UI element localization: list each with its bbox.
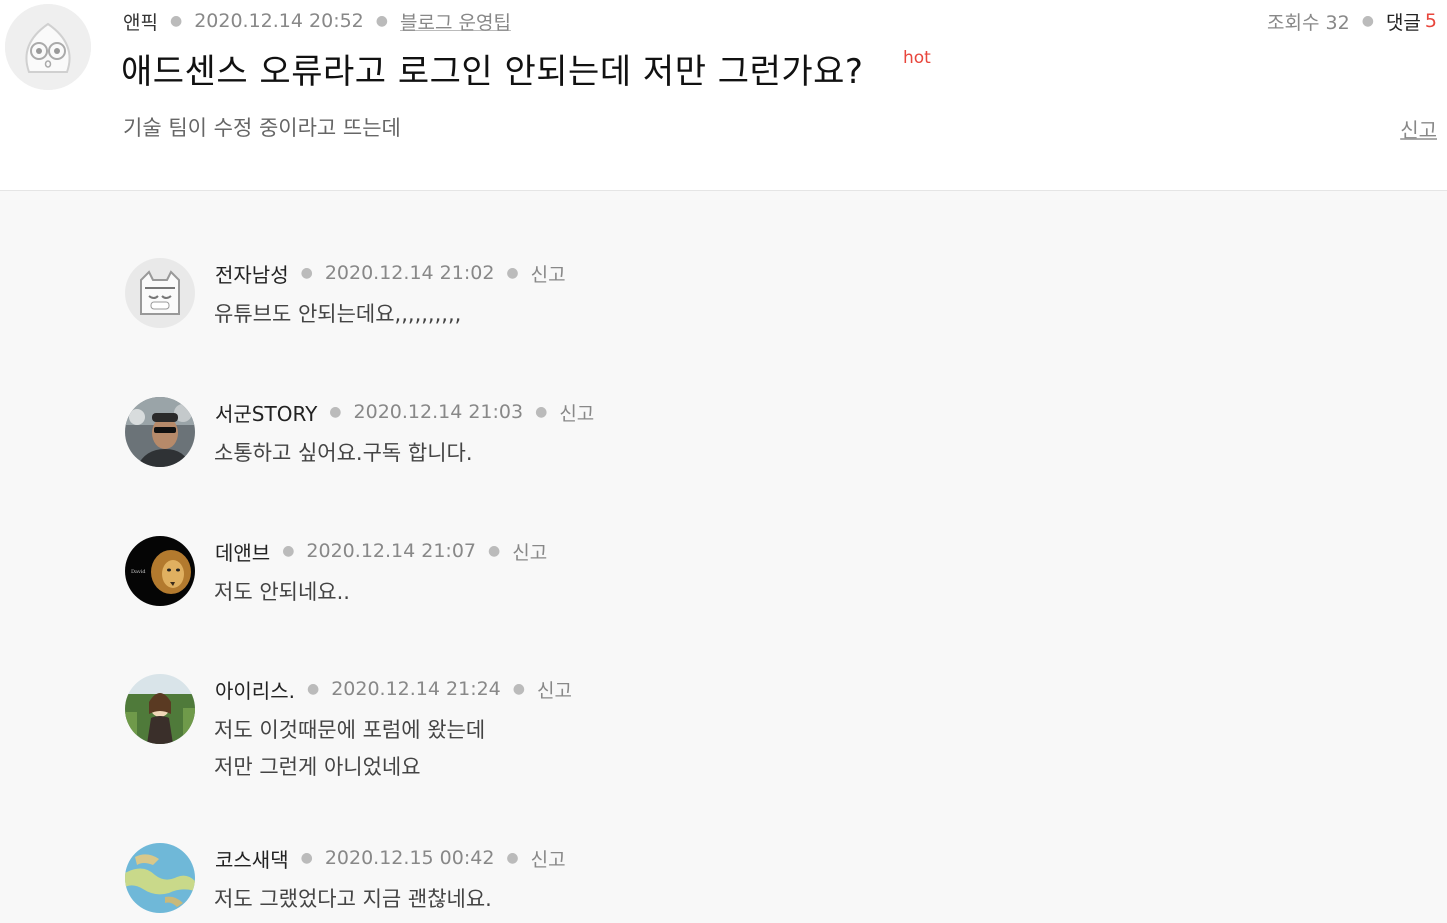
comment-date: 2020.12.14 21:07 bbox=[306, 540, 477, 562]
post-category-link[interactable]: 블로그 운영팁 bbox=[400, 8, 511, 35]
separator-dot: ● bbox=[306, 681, 320, 697]
commenter-name[interactable]: 데앤브 bbox=[215, 537, 270, 566]
post-author[interactable]: 앤픽 bbox=[123, 8, 158, 35]
separator-dot: ● bbox=[375, 13, 388, 29]
separator-dot: ● bbox=[329, 404, 342, 420]
reply-label[interactable]: 댓글 bbox=[1386, 8, 1421, 35]
report-comment-link[interactable]: 신고 bbox=[531, 845, 566, 872]
separator-dot: ● bbox=[535, 404, 548, 420]
commenter-name[interactable]: 코스새댁 bbox=[215, 844, 289, 873]
commenter-name[interactable]: 아이리스. bbox=[215, 675, 295, 704]
comment-meta: 아이리스. ● 2020.12.14 21:24 ● 신고 bbox=[215, 675, 572, 704]
post-meta: 앤픽 ● 2020.12.14 20:52 ● 블로그 운영팁 bbox=[123, 8, 511, 34]
comment-meta: 전자남성 ● 2020.12.14 21:02 ● 신고 bbox=[215, 259, 566, 288]
comment-meta: 서군STORY ● 2020.12.14 21:03 ● 신고 bbox=[215, 398, 594, 427]
post-stats: 조회수 32 ● 댓글 5 bbox=[1267, 8, 1437, 34]
comment-meta: 코스새댁 ● 2020.12.15 00:42 ● 신고 bbox=[215, 844, 566, 873]
report-comment-link[interactable]: 신고 bbox=[559, 399, 594, 426]
report-comment-link[interactable]: 신고 bbox=[512, 538, 547, 565]
commenter-avatar[interactable] bbox=[125, 843, 195, 913]
comment-list: 전자남성 ● 2020.12.14 21:02 ● 신고 유튜브도 안되는데요,… bbox=[0, 191, 1447, 923]
comment-meta: 데앤브 ● 2020.12.14 21:07 ● 신고 bbox=[215, 537, 547, 566]
comment-text: 저도 그랬었다고 지금 괜찮네요. bbox=[214, 887, 492, 911]
commenter-name[interactable]: 전자남성 bbox=[215, 259, 289, 288]
svg-text:David: David bbox=[131, 569, 146, 575]
view-count: 조회수 32 bbox=[1267, 11, 1350, 34]
commenter-avatar[interactable] bbox=[125, 674, 195, 744]
separator-dot: ● bbox=[282, 543, 295, 559]
comment-text: 소통하고 싶어요.구독 합니다. bbox=[214, 441, 473, 465]
comment-date: 2020.12.15 00:42 bbox=[324, 847, 495, 869]
separator-dot: ● bbox=[512, 681, 525, 697]
comment-text: 유튜브도 안되는데요,,,,,,,,,, bbox=[214, 302, 462, 326]
separator-dot: ● bbox=[169, 13, 183, 29]
separator-dot: ● bbox=[488, 543, 501, 559]
report-comment-link[interactable]: 신고 bbox=[531, 260, 566, 287]
comment-date: 2020.12.14 21:03 bbox=[353, 401, 524, 423]
separator-dot: ● bbox=[1361, 13, 1374, 29]
comment-date: 2020.12.14 21:02 bbox=[324, 262, 495, 284]
commenter-avatar[interactable] bbox=[125, 397, 195, 467]
comment-text: 저도 안되네요.. bbox=[214, 580, 350, 604]
separator-dot: ● bbox=[300, 265, 313, 281]
comment-text: 저도 이것때문에 포럼에 왔는데 저만 그런게 아니었네요 bbox=[214, 718, 486, 779]
commenter-avatar[interactable] bbox=[125, 258, 195, 328]
commenter-avatar[interactable]: David bbox=[125, 536, 195, 606]
post-title: 애드센스 오류라고 로그인 안되는데 저만 그런가요? bbox=[121, 52, 864, 92]
post-header: 앤픽 ● 2020.12.14 20:52 ● 블로그 운영팁 조회수 32 ●… bbox=[0, 0, 1447, 191]
hot-badge: hot bbox=[903, 48, 931, 68]
separator-dot: ● bbox=[506, 850, 519, 866]
reply-count[interactable]: 5 bbox=[1425, 10, 1437, 32]
report-comment-link[interactable]: 신고 bbox=[537, 676, 572, 703]
commenter-name[interactable]: 서군STORY bbox=[215, 398, 317, 427]
report-post-link[interactable]: 신고 bbox=[1400, 114, 1437, 143]
author-avatar[interactable] bbox=[5, 4, 91, 90]
separator-dot: ● bbox=[506, 265, 519, 281]
post-body: 기술 팀이 수정 중이라고 뜨는데 bbox=[123, 116, 401, 140]
post-date: 2020.12.14 20:52 bbox=[194, 10, 364, 32]
comment-date: 2020.12.14 21:24 bbox=[331, 678, 501, 700]
separator-dot: ● bbox=[300, 850, 313, 866]
